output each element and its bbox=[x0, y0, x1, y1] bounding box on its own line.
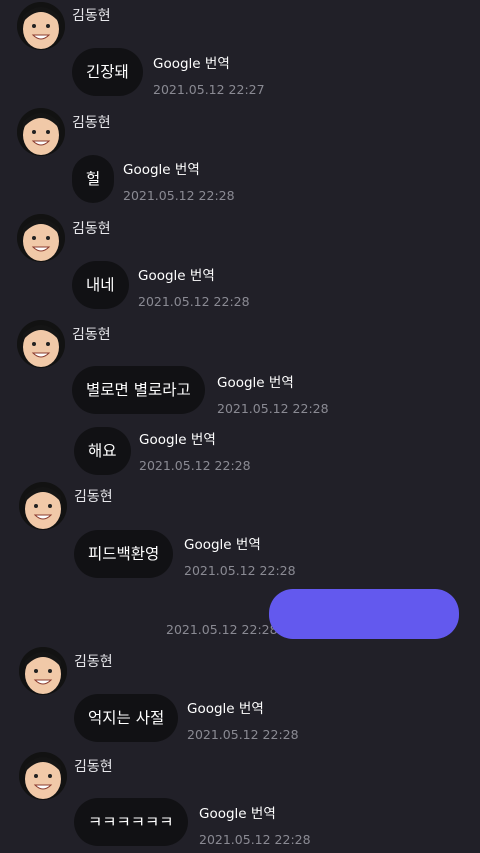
message-bubble[interactable]: 억지는 사절 bbox=[74, 694, 179, 742]
sender-name: 김동현 bbox=[72, 327, 111, 343]
sender-name: 김동현 bbox=[74, 759, 113, 775]
google-translate-link[interactable]: Google 번역 bbox=[187, 697, 264, 717]
avatar[interactable] bbox=[19, 752, 67, 800]
avatar[interactable] bbox=[17, 2, 65, 50]
message-bubble[interactable]: 피드백환영 bbox=[74, 530, 174, 578]
message-timestamp: 2021.05.12 22:28 bbox=[184, 563, 296, 578]
message-timestamp: 2021.05.12 22:28 bbox=[199, 832, 311, 847]
google-translate-link[interactable]: Google 번역 bbox=[184, 533, 261, 553]
sender-name: 김동현 bbox=[74, 489, 113, 505]
avatar[interactable] bbox=[17, 320, 65, 368]
my-message-bubble[interactable] bbox=[269, 589, 459, 639]
sender-name: 김동현 bbox=[72, 115, 111, 131]
google-translate-link[interactable]: Google 번역 bbox=[139, 428, 216, 448]
message-timestamp: 2021.05.12 22:28 bbox=[123, 188, 235, 203]
sender-name: 김동현 bbox=[74, 654, 113, 670]
message-timestamp: 2021.05.12 22:28 bbox=[139, 458, 251, 473]
message-bubble[interactable]: 내네 bbox=[72, 261, 129, 309]
google-translate-link[interactable]: Google 번역 bbox=[199, 802, 276, 822]
message-timestamp: 2021.05.12 22:27 bbox=[153, 82, 265, 97]
message-bubble[interactable]: 헐 bbox=[72, 155, 115, 203]
sender-name: 김동현 bbox=[72, 8, 111, 24]
avatar[interactable] bbox=[17, 108, 65, 156]
chat-view: 김동현 긴장돼 Google 번역 2021.05.12 22:27 김동현 헐… bbox=[0, 0, 480, 853]
my-message-timestamp: 2021.05.12 22:28 bbox=[166, 622, 278, 637]
avatar[interactable] bbox=[19, 482, 67, 530]
google-translate-link[interactable]: Google 번역 bbox=[217, 371, 294, 391]
message-timestamp: 2021.05.12 22:28 bbox=[138, 294, 250, 309]
message-bubble[interactable]: 별로면 별로라고 bbox=[72, 366, 205, 414]
message-timestamp: 2021.05.12 22:28 bbox=[217, 401, 329, 416]
google-translate-link[interactable]: Google 번역 bbox=[153, 52, 230, 72]
avatar[interactable] bbox=[17, 214, 65, 262]
sender-name: 김동현 bbox=[72, 221, 111, 237]
avatar[interactable] bbox=[19, 647, 67, 695]
message-bubble[interactable]: ㅋㅋㅋㅋㅋㅋ bbox=[74, 798, 188, 846]
message-timestamp: 2021.05.12 22:28 bbox=[187, 727, 299, 742]
google-translate-link[interactable]: Google 번역 bbox=[138, 264, 215, 284]
message-bubble[interactable]: 긴장돼 bbox=[72, 48, 143, 96]
message-bubble[interactable]: 해요 bbox=[74, 427, 131, 475]
google-translate-link[interactable]: Google 번역 bbox=[123, 158, 200, 178]
